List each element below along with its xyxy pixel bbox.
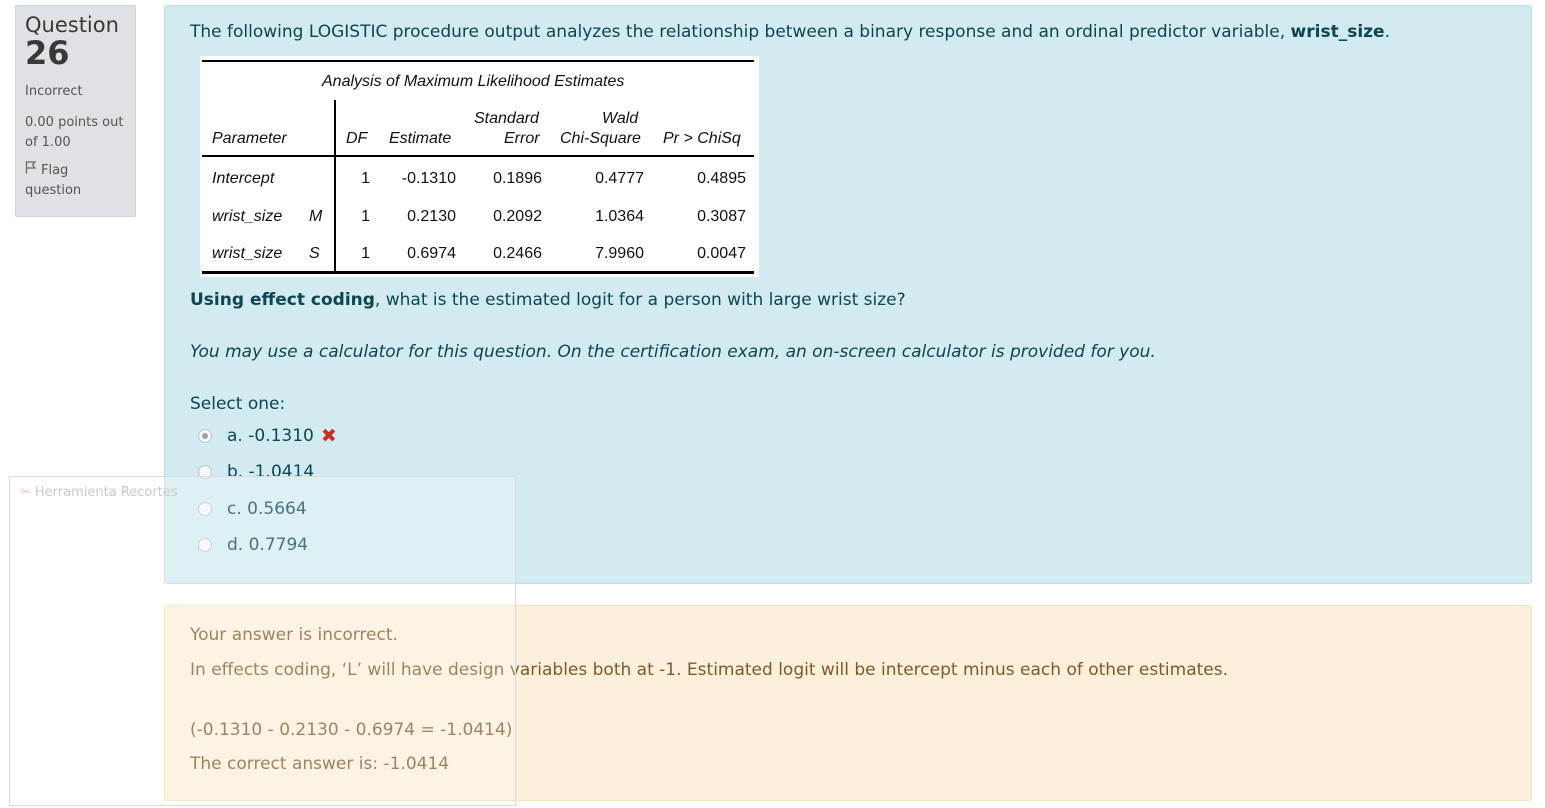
header-estimate: Estimate [389, 130, 452, 147]
table-title: Analysis of Maximum Likelihood Estimates [322, 73, 625, 90]
question-text: The following LOGISTIC procedure output … [190, 22, 1390, 42]
row-param: wrist_size [212, 208, 283, 225]
header-parameter: Parameter [212, 130, 287, 147]
row-level: S [309, 245, 320, 262]
table-divider [334, 100, 336, 272]
snipping-tool-title: ✂ Herramienta Recortes [20, 485, 178, 500]
row-wald: 1.0364 [595, 208, 644, 225]
table-bottom-rule [202, 271, 754, 274]
scissors-icon: ✂ [20, 485, 31, 500]
row-se: 0.1896 [493, 170, 542, 187]
row-estimate: 0.6974 [407, 245, 456, 262]
flag-question-link[interactable]: Flag question [25, 161, 126, 201]
incorrect-x-icon: ✖ [320, 425, 337, 447]
header-p: Pr > ChiSq [663, 130, 741, 147]
answer-option-a[interactable]: a. -0.1310 ✖ [198, 424, 337, 448]
question-prompt: Using effect coding, what is the estimat… [190, 290, 906, 310]
row-estimate: 0.2130 [407, 208, 456, 225]
question-state: Incorrect [25, 84, 83, 99]
prompt-text: , what is the estimated logit for a pers… [374, 290, 906, 310]
row-df: 1 [361, 245, 370, 262]
flag-icon [25, 161, 37, 181]
row-se: 0.2092 [493, 208, 542, 225]
row-df: 1 [361, 208, 370, 225]
row-param: Intercept [212, 170, 275, 187]
option-label: a. -0.1310 [227, 426, 314, 446]
row-param: wrist_size [212, 245, 283, 262]
row-p: 0.3087 [697, 208, 746, 225]
header-df: DF [346, 130, 368, 147]
header-se-bottom: Error [504, 130, 540, 147]
header-se-top: Standard [474, 110, 539, 127]
question-grade: 0.00 points out of 1.00 [25, 115, 124, 150]
row-p: 0.0047 [697, 245, 746, 262]
row-wald: 7.9960 [595, 245, 644, 262]
row-se: 0.2466 [493, 245, 542, 262]
row-level: M [309, 208, 323, 225]
question-number: 26 [25, 34, 70, 72]
prompt-emphasis: Using effect coding [190, 290, 375, 310]
header-rule [202, 155, 754, 157]
question-intro: The following LOGISTIC procedure output … [190, 22, 1286, 42]
question-info: Question 26 Incorrect 0.00 points out of… [15, 5, 136, 217]
radio-button-checked[interactable] [198, 429, 212, 443]
header-wald-top: Wald [602, 110, 639, 127]
snipping-tool-overlay[interactable]: ✂ Herramienta Recortes [9, 476, 516, 806]
row-wald: 0.4777 [595, 170, 644, 187]
row-p: 0.4895 [697, 170, 746, 187]
header-wald-bottom: Chi-Square [560, 130, 641, 147]
calculator-note: You may use a calculator for this questi… [190, 342, 1156, 362]
row-df: 1 [361, 170, 370, 187]
table-top-rule [202, 60, 754, 62]
question-variable: wrist_size [1290, 22, 1385, 42]
row-estimate: -0.1310 [401, 170, 456, 187]
sas-output-table: Analysis of Maximum Likelihood Estimates… [200, 56, 759, 277]
select-one-label: Select one: [190, 394, 286, 414]
